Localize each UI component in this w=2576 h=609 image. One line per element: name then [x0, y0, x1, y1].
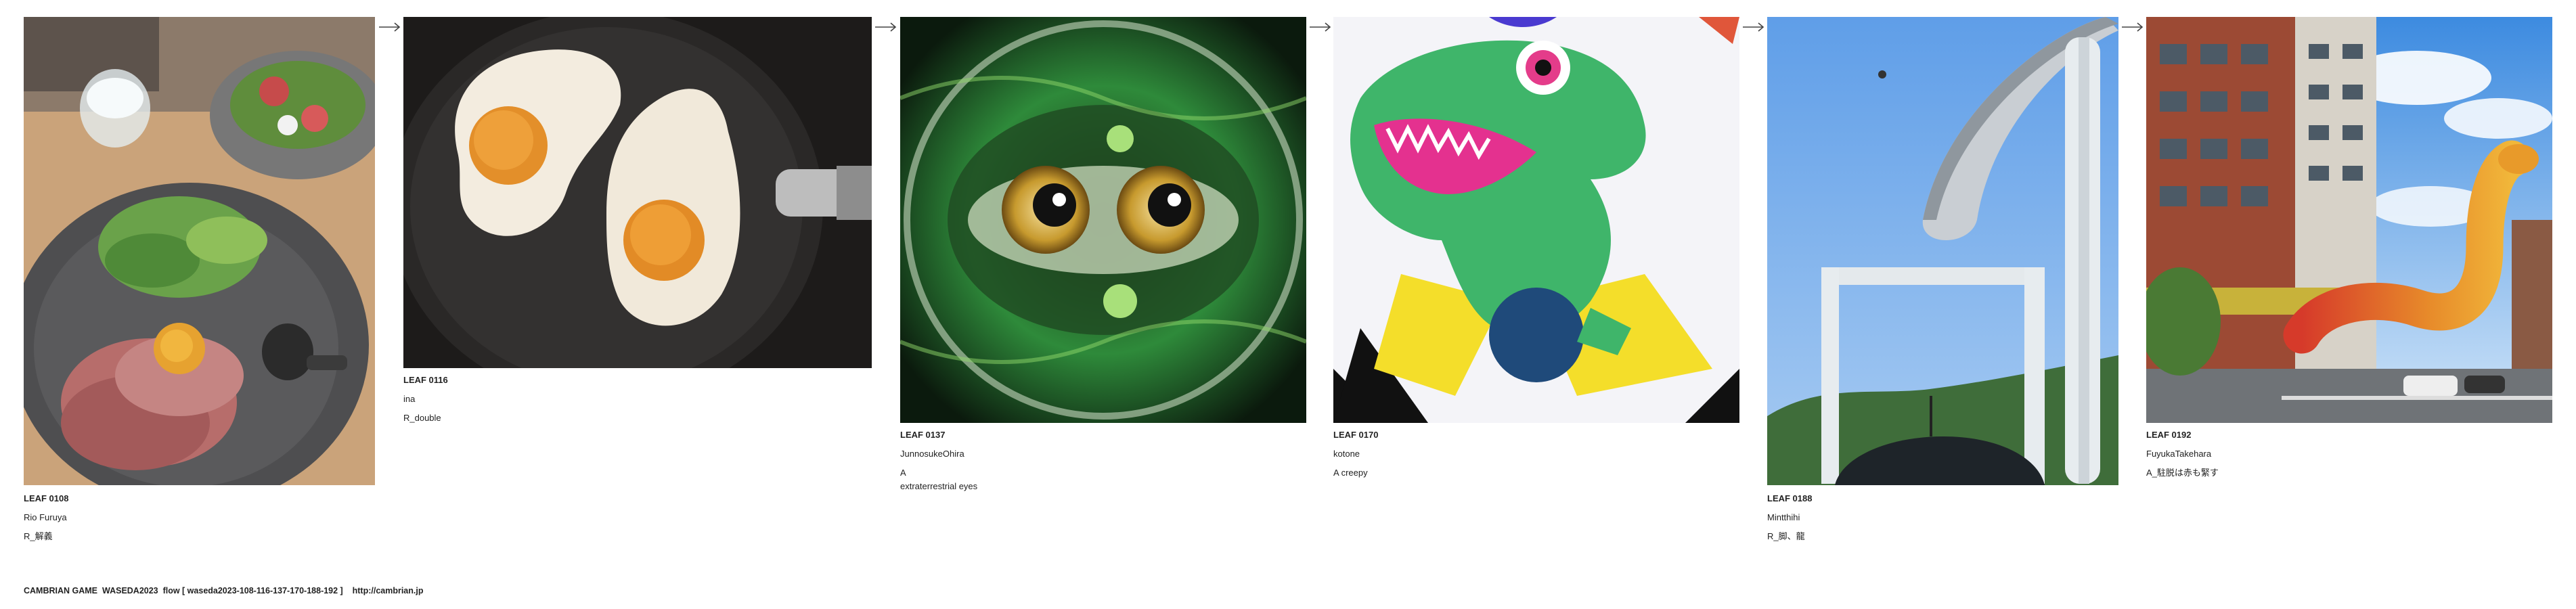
- leaf-image-0170[interactable]: [1333, 17, 1739, 423]
- leaf-id: LEAF 0116: [403, 375, 448, 385]
- highway-photo-icon: [1767, 17, 2118, 485]
- leaf-author: kotone: [1333, 449, 1360, 459]
- leaf-card-0116[interactable]: LEAF 0116 ina R_double: [403, 17, 872, 428]
- flow-arrow-icon: [874, 22, 897, 32]
- leaf-title: R_解義: [24, 531, 53, 541]
- leaf-image-0192[interactable]: [2146, 17, 2552, 423]
- leaf-author: Rio Furuya: [24, 512, 67, 522]
- food-photo-icon: [24, 17, 375, 485]
- leaf-author: FuyukaTakehara: [2146, 449, 2212, 459]
- leaf-id: LEAF 0192: [2146, 430, 2192, 440]
- street-serpent-icon: [2146, 17, 2552, 423]
- flow-arrow-icon: [1742, 22, 1765, 32]
- leaf-title: R_double: [403, 413, 441, 423]
- leaf-title: A creepy: [1333, 468, 1368, 478]
- leaf-card-0192[interactable]: LEAF 0192 FuyukaTakehara A_駐脱は赤も緊す: [2146, 17, 2552, 482]
- dinosaur-art-icon: [1333, 17, 1739, 423]
- fried-eggs-icon: [403, 17, 872, 368]
- leaf-image-0108[interactable]: [24, 17, 375, 485]
- leaf-title: A_駐脱は赤も緊す: [2146, 468, 2219, 478]
- leaf-author: ina: [403, 394, 416, 404]
- flow-arrow-icon: [2121, 22, 2144, 32]
- alien-eyes-icon: [900, 17, 1306, 423]
- leaf-title: R_脚、龍: [1767, 531, 1805, 541]
- footer-flow-text: CAMBRIAN GAME WASEDA2023 flow [ waseda20…: [24, 586, 424, 595]
- leaf-card-0170[interactable]: LEAF 0170 kotone A creepy: [1333, 17, 1739, 482]
- flow-arrow-icon: [378, 22, 401, 32]
- leaf-title: A extraterrestrial eyes: [900, 468, 978, 491]
- leaf-image-0137[interactable]: [900, 17, 1306, 423]
- leaf-image-0188[interactable]: [1767, 17, 2118, 485]
- leaf-id: LEAF 0137: [900, 430, 946, 440]
- leaf-id: LEAF 0188: [1767, 493, 1813, 503]
- leaf-card-0108[interactable]: LEAF 0108 Rio Furuya R_解義: [24, 17, 375, 546]
- leaf-author: Mintthihi: [1767, 512, 1800, 522]
- leaf-image-0116[interactable]: [403, 17, 872, 368]
- leaf-id: LEAF 0108: [24, 493, 69, 503]
- leaf-card-0188[interactable]: LEAF 0188 Mintthihi R_脚、龍: [1767, 17, 2118, 546]
- leaf-author: JunnosukeOhira: [900, 449, 964, 459]
- leaf-id: LEAF 0170: [1333, 430, 1379, 440]
- flow-arrow-icon: [1309, 22, 1332, 32]
- leaf-card-0137[interactable]: LEAF 0137 JunnosukeOhira A extraterrestr…: [900, 17, 1306, 493]
